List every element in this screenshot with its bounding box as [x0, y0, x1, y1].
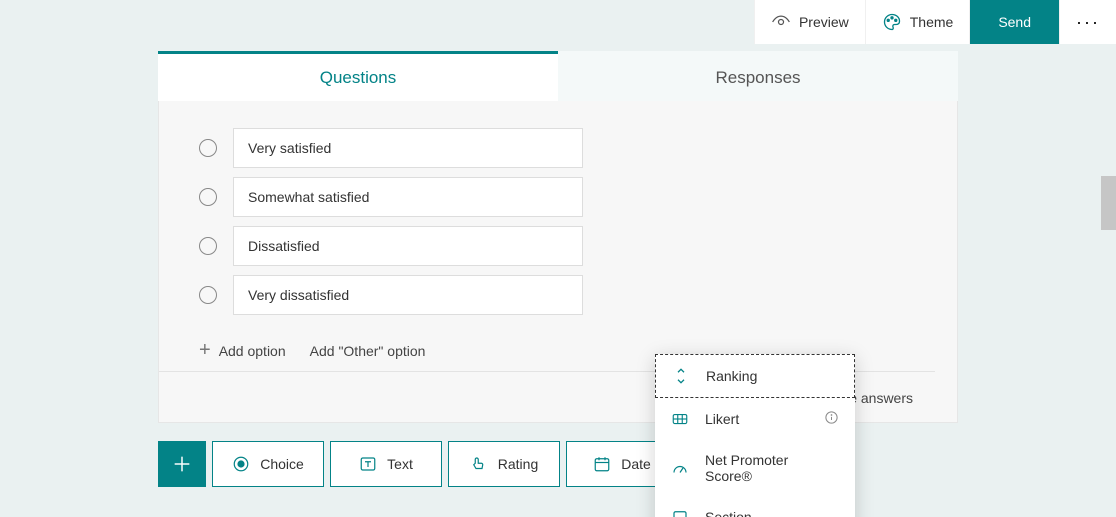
radio-icon — [199, 237, 217, 255]
option-input[interactable]: Somewhat satisfied — [233, 177, 583, 217]
nps-icon — [671, 459, 689, 477]
section-icon — [671, 508, 689, 517]
canvas: Questions Responses Very satisfied Somew… — [0, 0, 1116, 517]
option-input[interactable]: Very satisfied — [233, 128, 583, 168]
option-row: Dissatisfied — [199, 226, 935, 266]
type-text-button[interactable]: Text — [330, 441, 442, 487]
likert-icon — [671, 410, 689, 428]
type-rating-button[interactable]: Rating — [448, 441, 560, 487]
send-button[interactable]: Send — [969, 0, 1059, 44]
theme-icon — [882, 12, 902, 32]
option-row: Very dissatisfied — [199, 275, 935, 315]
add-option-button[interactable]: + Add option — [199, 339, 286, 362]
plus-icon — [171, 453, 193, 475]
text-icon — [359, 455, 377, 473]
menu-item-ranking[interactable]: Ranking — [655, 354, 855, 398]
radio-icon — [199, 188, 217, 206]
ellipsis-icon: ··· — [1076, 12, 1100, 33]
tab-responses[interactable]: Responses — [558, 51, 958, 101]
date-icon — [593, 455, 611, 473]
tab-questions[interactable]: Questions — [158, 51, 558, 101]
menu-section-label: Section — [705, 509, 752, 517]
add-other-button[interactable]: Add "Other" option — [310, 343, 426, 359]
add-other-label: Add "Other" option — [310, 343, 426, 359]
send-label: Send — [998, 14, 1031, 30]
option-row: Very satisfied — [199, 128, 935, 168]
add-question-button[interactable] — [158, 441, 206, 487]
type-choice-label: Choice — [260, 456, 304, 472]
preview-icon — [771, 12, 791, 32]
preview-button[interactable]: Preview — [754, 0, 865, 44]
rating-icon — [470, 455, 488, 473]
type-text-label: Text — [387, 456, 413, 472]
menu-item-nps[interactable]: Net Promoter Score® — [655, 440, 855, 496]
menu-item-likert[interactable]: Likert — [655, 398, 855, 440]
plus-icon: + — [199, 339, 211, 362]
menu-item-section[interactable]: Section — [655, 496, 855, 517]
theme-label: Theme — [910, 14, 954, 30]
option-row: Somewhat satisfied — [199, 177, 935, 217]
type-date-label: Date — [621, 456, 651, 472]
menu-nps-label: Net Promoter Score® — [705, 452, 839, 484]
radio-icon — [199, 286, 217, 304]
scrollbar[interactable] — [1101, 176, 1116, 230]
tabs: Questions Responses — [158, 51, 958, 101]
option-input[interactable]: Very dissatisfied — [233, 275, 583, 315]
choice-icon — [232, 455, 250, 473]
top-toolbar: Preview Theme Send ··· — [754, 0, 1116, 44]
menu-likert-label: Likert — [705, 411, 739, 427]
menu-ranking-label: Ranking — [706, 368, 757, 384]
type-rating-label: Rating — [498, 456, 538, 472]
type-choice-button[interactable]: Choice — [212, 441, 324, 487]
ranking-icon — [672, 367, 690, 385]
radio-icon — [199, 139, 217, 157]
theme-button[interactable]: Theme — [865, 0, 970, 44]
preview-label: Preview — [799, 14, 849, 30]
add-option-label: Add option — [219, 343, 286, 359]
more-types-menu: Ranking Likert Net Promoter Score® Secti… — [655, 354, 855, 517]
more-button[interactable]: ··· — [1059, 0, 1116, 44]
option-input[interactable]: Dissatisfied — [233, 226, 583, 266]
info-icon[interactable] — [824, 410, 839, 428]
